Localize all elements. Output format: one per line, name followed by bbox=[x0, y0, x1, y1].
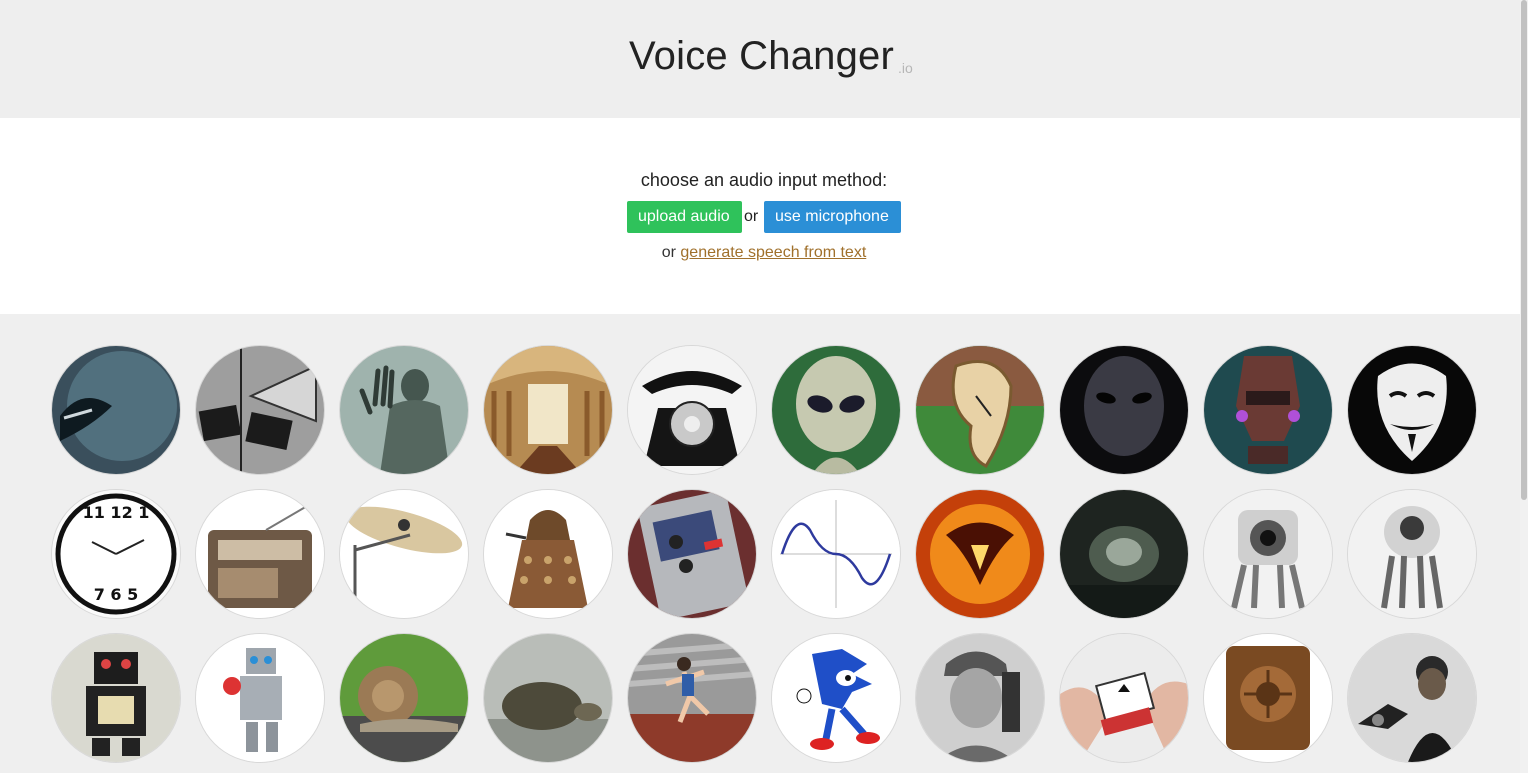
voice-toy-robot[interactable] bbox=[196, 634, 324, 762]
voice-gramophone-man[interactable] bbox=[1348, 634, 1476, 762]
voice-megaphone[interactable] bbox=[196, 346, 324, 474]
or-separator: or bbox=[744, 208, 759, 225]
sine-wave-icon bbox=[772, 490, 900, 618]
toy-robot-icon bbox=[196, 634, 324, 762]
use-microphone-button[interactable]: use microphone bbox=[764, 201, 901, 233]
upload-audio-button[interactable]: upload audio bbox=[627, 201, 742, 233]
robot-helmet-icon bbox=[1204, 346, 1332, 474]
alien-icon bbox=[772, 346, 900, 474]
voice-reversed-clock[interactable]: 11 12 1 7 6 5 bbox=[52, 490, 180, 618]
input-method-section: choose an audio input method: upload aud… bbox=[0, 118, 1520, 314]
tin-robot-icon bbox=[52, 634, 180, 762]
rotary-phone-icon bbox=[628, 346, 756, 474]
voice-dalek[interactable] bbox=[484, 490, 612, 618]
voice-robot-helmet[interactable] bbox=[1204, 346, 1332, 474]
voice-monster-mouth[interactable] bbox=[52, 346, 180, 474]
voice-sine-wave[interactable] bbox=[772, 490, 900, 618]
page-title: Voice Changer bbox=[629, 34, 895, 78]
ghost-figure-icon bbox=[340, 346, 468, 474]
text-to-speech-line: or generate speech from text bbox=[0, 244, 1528, 262]
voice-fire-demon[interactable] bbox=[916, 490, 1044, 618]
sonic-hedgehog-icon bbox=[772, 634, 900, 762]
sprinter-icon bbox=[628, 634, 756, 762]
voice-effects-pedal[interactable] bbox=[628, 490, 756, 618]
voice-sonic[interactable] bbox=[772, 634, 900, 762]
anonymous-mask-icon bbox=[1348, 346, 1476, 474]
voice-anonymous-mask[interactable] bbox=[1348, 346, 1476, 474]
cymbal-icon bbox=[340, 490, 468, 618]
voice-cave[interactable] bbox=[1060, 490, 1188, 618]
tortoise-icon bbox=[484, 634, 612, 762]
cave-icon bbox=[1060, 490, 1188, 618]
voice-ghost[interactable] bbox=[340, 346, 468, 474]
reversed-clock-icon: 11 12 1 7 6 5 bbox=[52, 490, 180, 618]
soldier-radio-icon bbox=[916, 634, 1044, 762]
dalek-icon bbox=[484, 490, 612, 618]
voice-tortoise[interactable] bbox=[484, 634, 612, 762]
voice-robot-speaker[interactable] bbox=[1348, 490, 1476, 618]
cathedral-icon bbox=[484, 346, 612, 474]
voice-cymbal[interactable] bbox=[340, 490, 468, 618]
robot-speaker-icon bbox=[1348, 490, 1476, 618]
voice-tin-robot[interactable] bbox=[52, 634, 180, 762]
voice-dark-alien[interactable] bbox=[1060, 346, 1188, 474]
input-prompt: choose an audio input method: bbox=[640, 170, 888, 190]
alt-prefix: or bbox=[661, 244, 676, 261]
voice-soldier-radio[interactable] bbox=[916, 634, 1044, 762]
voice-vintage-radio[interactable] bbox=[196, 490, 324, 618]
voice-wooden-radio[interactable] bbox=[1204, 634, 1332, 762]
voice-robot-camera[interactable] bbox=[1204, 490, 1332, 618]
vintage-radio-icon bbox=[196, 490, 324, 618]
melting-clock-icon bbox=[916, 346, 1044, 474]
title-suffix: .io bbox=[898, 60, 913, 76]
voice-grid: 11 12 1 7 6 5 bbox=[52, 346, 1492, 773]
voice-alien[interactable] bbox=[772, 346, 900, 474]
robot-camera-icon bbox=[1204, 490, 1332, 618]
scrollbar-thumb[interactable] bbox=[1521, 0, 1527, 500]
svg-text:7 6 5: 7 6 5 bbox=[94, 585, 139, 604]
voice-rotary-phone[interactable] bbox=[628, 346, 756, 474]
voice-sprinter[interactable] bbox=[628, 634, 756, 762]
voice-melting-clock[interactable] bbox=[916, 346, 1044, 474]
generate-speech-link[interactable]: generate speech from text bbox=[680, 244, 866, 261]
effects-pedal-icon bbox=[628, 490, 756, 618]
voice-playing-cards[interactable] bbox=[1060, 634, 1188, 762]
svg-text:11 12 1: 11 12 1 bbox=[83, 503, 150, 522]
fire-demon-icon bbox=[916, 490, 1044, 618]
page: Voice Changer .io choose an audio input … bbox=[0, 0, 1528, 773]
megaphone-speakers-icon bbox=[196, 346, 324, 474]
dark-alien-icon bbox=[1060, 346, 1188, 474]
voice-cathedral[interactable] bbox=[484, 346, 612, 474]
wooden-radio-speaker-icon bbox=[1204, 634, 1332, 762]
monster-mouth-icon bbox=[52, 346, 180, 474]
header: Voice Changer .io bbox=[0, 0, 1520, 118]
snail-icon bbox=[340, 634, 468, 762]
voice-snail[interactable] bbox=[340, 634, 468, 762]
gramophone-man-icon bbox=[1348, 634, 1476, 762]
playing-cards-icon bbox=[1060, 634, 1188, 762]
